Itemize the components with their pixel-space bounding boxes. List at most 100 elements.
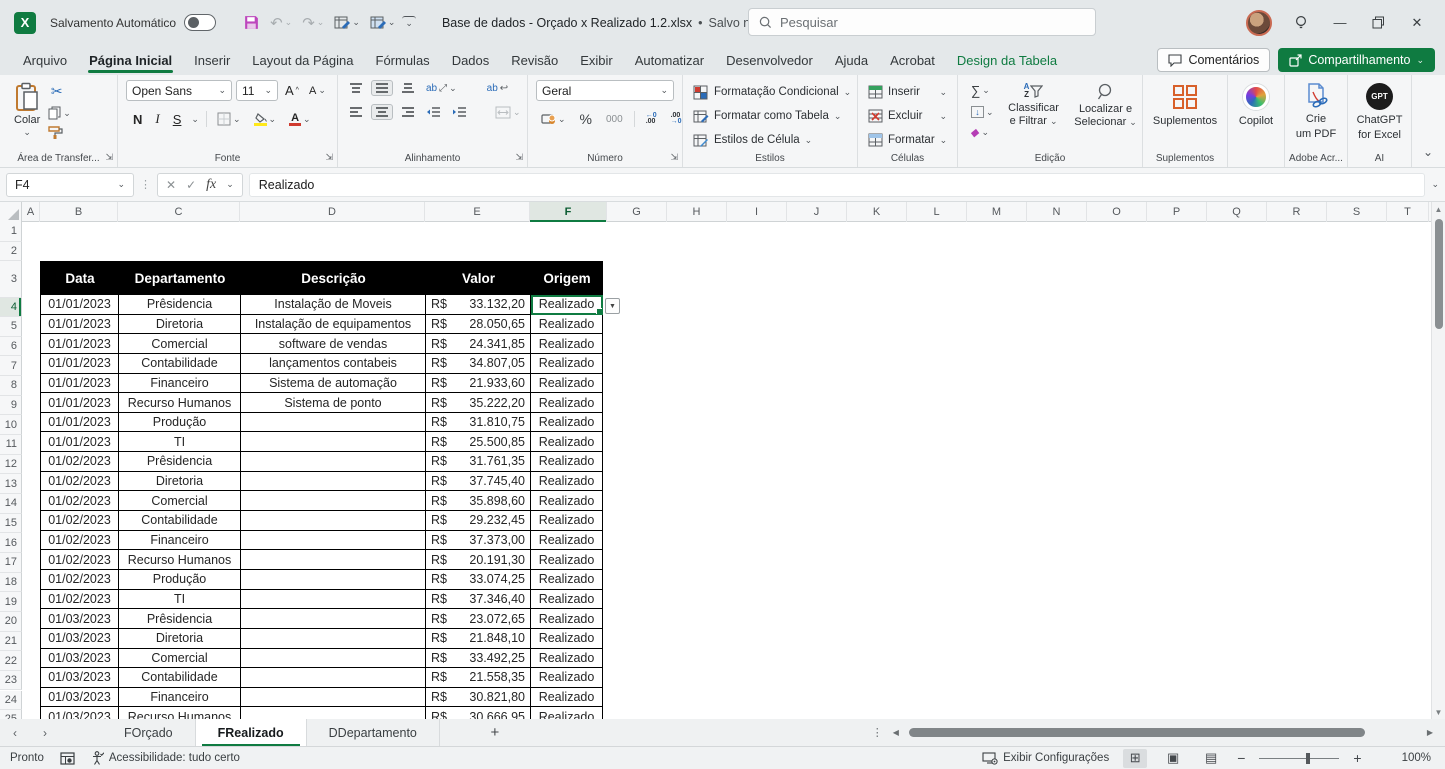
cell[interactable]: 01/03/2023 xyxy=(41,629,119,649)
cell[interactable]: R$37.373,00 xyxy=(426,531,531,551)
zoom-in-icon[interactable]: + xyxy=(1353,750,1361,766)
display-settings-button[interactable]: Exibir Configurações xyxy=(982,752,1109,765)
comma-icon[interactable]: 000 xyxy=(603,113,626,126)
insert-cells-button[interactable]: Inserir⌄ xyxy=(868,80,957,104)
ribbon-tab-ajuda[interactable]: Ajuda xyxy=(824,48,879,73)
cell[interactable]: 01/02/2023 xyxy=(41,531,119,551)
underline-button[interactable]: S xyxy=(170,111,185,128)
ribbon-tab-exibir[interactable]: Exibir xyxy=(569,48,624,73)
cell[interactable] xyxy=(241,649,426,669)
alignment-dialog-launcher[interactable]: ⇲ xyxy=(515,152,523,163)
cell[interactable]: lançamentos contabeis xyxy=(241,354,426,374)
number-format-select[interactable]: Geral⌄ xyxy=(536,80,674,101)
ribbon-tab-p-gina-inicial[interactable]: Página Inicial xyxy=(78,48,183,73)
cell[interactable]: Financeiro xyxy=(119,531,241,551)
cell[interactable]: Sistema de automação xyxy=(241,374,426,394)
row-header-19[interactable]: 19 xyxy=(0,592,22,612)
cell[interactable]: 01/02/2023 xyxy=(41,570,119,590)
fill-color-icon[interactable]: ⌄ xyxy=(251,112,280,127)
cell[interactable]: 01/03/2023 xyxy=(41,609,119,629)
decrease-decimal-icon[interactable]: .00→0 xyxy=(668,112,685,127)
column-header-o[interactable]: O xyxy=(1087,202,1147,222)
cell[interactable]: R$20.191,30 xyxy=(426,550,531,570)
cancel-entry-icon[interactable]: ✕ xyxy=(166,178,176,192)
increase-font-icon[interactable]: A^ xyxy=(282,82,302,99)
table-header-data[interactable]: Data xyxy=(41,261,119,295)
cell[interactable]: Realizado xyxy=(531,413,603,433)
expand-formula-bar-icon[interactable]: ⌄ xyxy=(1431,180,1439,189)
cell[interactable]: 01/02/2023 xyxy=(41,472,119,492)
addins-button[interactable]: Suplementos xyxy=(1143,80,1227,128)
row-header-3[interactable]: 3 xyxy=(0,261,22,298)
column-header-f[interactable]: F xyxy=(530,202,607,222)
cell[interactable]: 01/03/2023 xyxy=(41,668,119,688)
ribbon-tab-acrobat[interactable]: Acrobat xyxy=(879,48,946,73)
table-header-valor[interactable]: Valor xyxy=(426,261,531,295)
worksheet-grid[interactable]: ABCDEFGHIJKLMNOPQRST 1234567891011121314… xyxy=(0,202,1431,719)
zoom-out-icon[interactable]: − xyxy=(1237,750,1245,766)
ribbon-tab-inserir[interactable]: Inserir xyxy=(183,48,241,73)
bold-button[interactable]: N xyxy=(130,111,145,128)
cut-icon[interactable]: ✂ xyxy=(48,83,65,100)
cell[interactable]: 01/01/2023 xyxy=(41,413,119,433)
column-header-n[interactable]: N xyxy=(1027,202,1087,222)
cell[interactable]: Realizado xyxy=(531,491,603,511)
cell[interactable]: R$33.132,20 xyxy=(426,295,531,315)
cell[interactable]: 01/03/2023 xyxy=(41,649,119,669)
row-header-17[interactable]: 17 xyxy=(0,553,22,573)
cell[interactable] xyxy=(241,452,426,472)
macro-record-icon[interactable] xyxy=(60,752,75,765)
cell[interactable] xyxy=(241,590,426,610)
clear-icon[interactable]: ◆⌄ xyxy=(968,125,997,140)
font-dialog-launcher[interactable]: ⇲ xyxy=(325,152,333,163)
cell[interactable]: 01/02/2023 xyxy=(41,590,119,610)
column-header-d[interactable]: D xyxy=(240,202,425,222)
ribbon-tab-f-rmulas[interactable]: Fórmulas xyxy=(365,48,441,73)
cell[interactable]: R$31.810,75 xyxy=(426,413,531,433)
formula-content[interactable]: Realizado xyxy=(249,173,1426,197)
cell[interactable]: Realizado xyxy=(531,629,603,649)
column-header-r[interactable]: R xyxy=(1267,202,1327,222)
selected-cell-f4[interactable]: Realizado xyxy=(531,295,603,315)
autosave-toggle[interactable] xyxy=(184,14,216,31)
cell[interactable]: Realizado xyxy=(531,550,603,570)
collapse-ribbon-icon[interactable]: ⌄ xyxy=(1423,145,1433,159)
ribbon-tab-automatizar[interactable]: Automatizar xyxy=(624,48,715,73)
cell[interactable]: Recurso Humanos xyxy=(119,550,241,570)
align-top-icon[interactable] xyxy=(346,81,366,95)
borders-icon[interactable]: ⌄ xyxy=(214,111,244,127)
column-header-e[interactable]: E xyxy=(425,202,530,222)
cell[interactable]: Realizado xyxy=(531,374,603,394)
scroll-right-icon[interactable]: ▶ xyxy=(1423,728,1437,737)
column-header-j[interactable]: J xyxy=(787,202,847,222)
orientation-icon[interactable]: ab⤢⌄ xyxy=(423,82,460,95)
align-bottom-icon[interactable] xyxy=(398,81,418,95)
zoom-slider[interactable] xyxy=(1259,758,1339,759)
insert-function-icon[interactable]: fx xyxy=(206,177,216,193)
scroll-down-icon[interactable]: ▼ xyxy=(1435,705,1443,719)
cell[interactable]: Recurso Humanos xyxy=(119,393,241,413)
row-header-21[interactable]: 21 xyxy=(0,632,22,652)
cell[interactable]: Instalação de Moveis xyxy=(241,295,426,315)
format-cells-button[interactable]: Formatar⌄ xyxy=(868,128,957,152)
fill-icon[interactable]: ↓⌄ xyxy=(968,105,997,119)
underline-chevron-icon[interactable]: ⌄ xyxy=(191,115,199,124)
cell[interactable]: Recurso Humanos xyxy=(119,707,241,719)
save-icon[interactable] xyxy=(240,12,263,33)
autosum-icon[interactable]: ∑⌄ xyxy=(968,82,997,99)
copilot-button[interactable]: Copilot xyxy=(1228,80,1284,128)
cell[interactable] xyxy=(241,413,426,433)
cell[interactable]: 01/01/2023 xyxy=(41,315,119,335)
cell[interactable]: TI xyxy=(119,432,241,452)
accessibility-status[interactable]: Acessibilidade: tudo certo xyxy=(91,751,240,765)
share-button[interactable]: Compartilhamento ⌄ xyxy=(1278,48,1435,72)
cell[interactable]: 01/01/2023 xyxy=(41,295,119,315)
row-header-8[interactable]: 8 xyxy=(0,376,22,396)
cell[interactable]: 01/02/2023 xyxy=(41,550,119,570)
row-header-24[interactable]: 24 xyxy=(0,691,22,711)
cell[interactable]: 01/02/2023 xyxy=(41,452,119,472)
align-middle-icon[interactable] xyxy=(371,80,393,96)
cell[interactable]: R$35.222,20 xyxy=(426,393,531,413)
cell[interactable]: Prêsidencia xyxy=(119,452,241,472)
column-header-p[interactable]: P xyxy=(1147,202,1207,222)
